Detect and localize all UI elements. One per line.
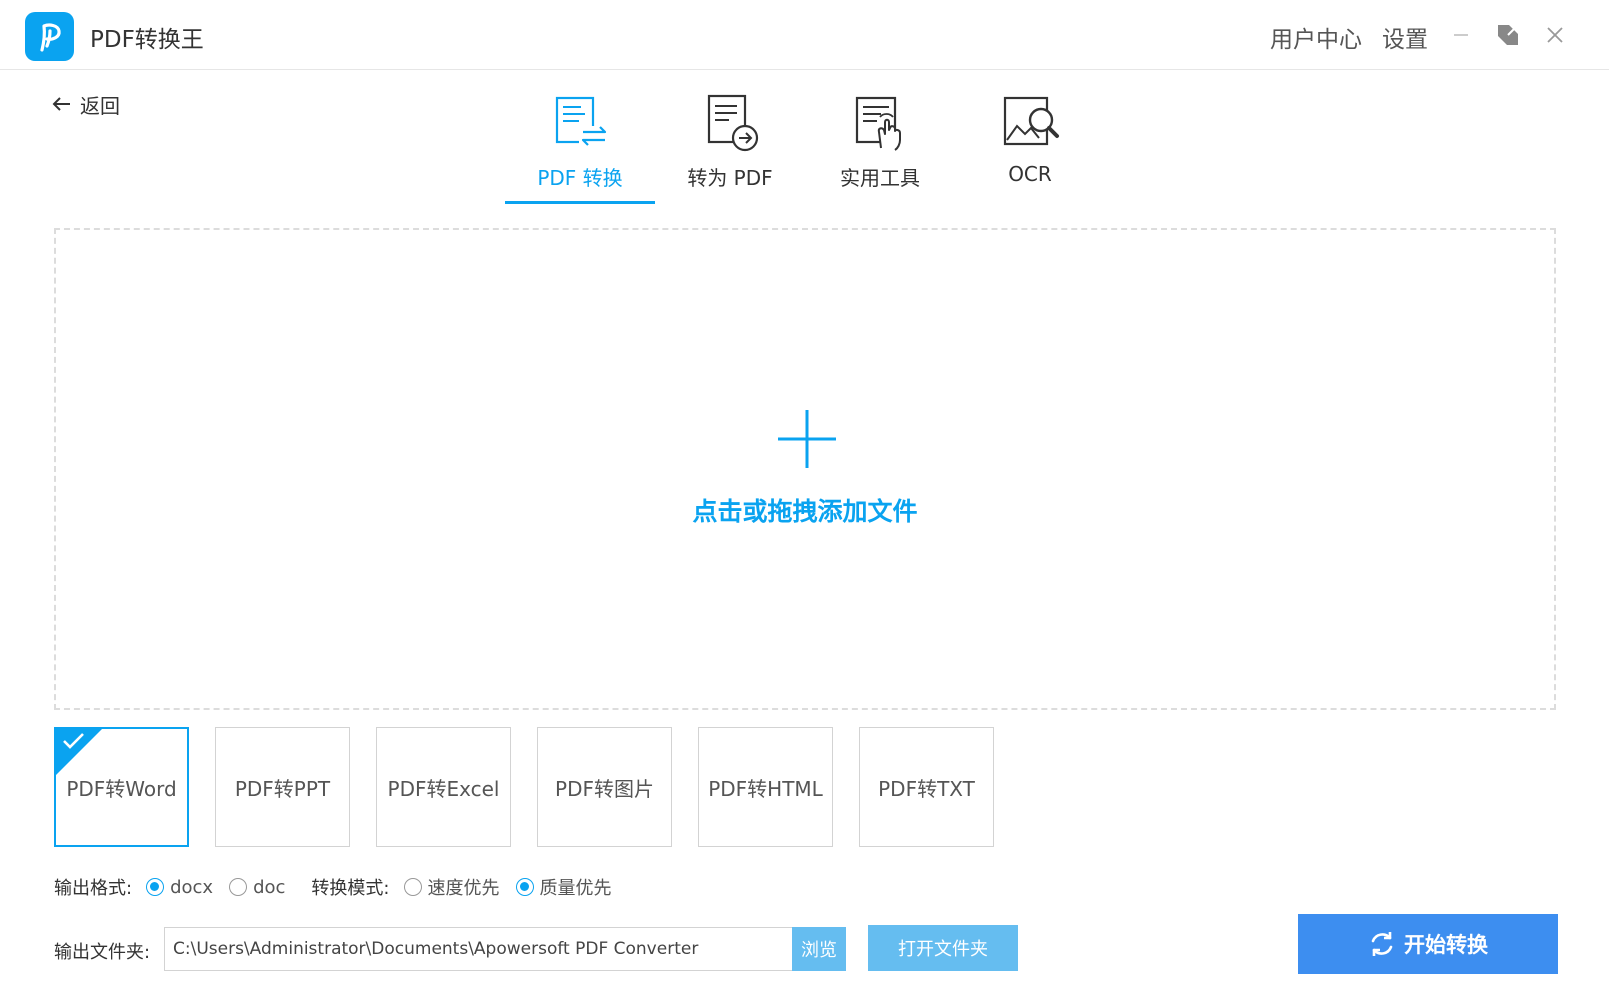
tab-to-pdf[interactable]: 转为 PDF xyxy=(655,88,805,206)
card-pdf-to-html[interactable]: PDF转HTML xyxy=(698,727,833,847)
dropzone-text: 点击或拖拽添加文件 xyxy=(692,497,918,526)
card-pdf-to-txt[interactable]: PDF转TXT xyxy=(859,727,994,847)
radio-label: docx xyxy=(170,876,214,898)
browse-button[interactable]: 浏览 xyxy=(792,927,846,971)
start-label: 开始转换 xyxy=(1404,934,1488,957)
radio-label: 质量优先 xyxy=(539,878,612,899)
back-button[interactable]: 返回 xyxy=(52,90,120,118)
card-label: PDF转HTML xyxy=(708,776,823,801)
minimize-button[interactable] xyxy=(1446,20,1476,50)
tab-label: PDF 转换 xyxy=(537,166,623,190)
format-label: 输出格式: xyxy=(54,878,133,899)
radio-dot xyxy=(146,878,165,896)
output-path-input[interactable] xyxy=(164,927,792,971)
close-icon xyxy=(1547,27,1563,43)
tab-ocr[interactable]: OCR xyxy=(955,88,1105,206)
tab-pdf-convert[interactable]: PDF 转换 xyxy=(505,88,655,206)
card-label: PDF转图片 xyxy=(555,776,654,801)
radio-docx[interactable]: docx xyxy=(146,877,213,898)
radio-dot xyxy=(229,878,248,896)
minimize-icon xyxy=(1454,34,1468,36)
radio-dot xyxy=(403,878,422,896)
tools-icon xyxy=(855,96,901,151)
card-pdf-to-excel[interactable]: PDF转Excel xyxy=(376,727,511,847)
back-label: 返回 xyxy=(80,93,120,118)
card-label: PDF转Word xyxy=(66,776,177,801)
title-bar: PDF转换王 用户中心 设置 xyxy=(0,0,1609,70)
arrow-left-icon xyxy=(52,97,70,111)
refresh-icon xyxy=(1371,932,1393,956)
radio-doc[interactable]: doc xyxy=(229,877,285,898)
card-label: PDF转PPT xyxy=(234,776,331,801)
card-label: PDF转Excel xyxy=(387,776,500,801)
tab-label: 转为 PDF xyxy=(687,166,773,190)
radio-quality-priority[interactable]: 质量优先 xyxy=(515,874,612,900)
active-tab-indicator xyxy=(505,201,655,204)
settings-link[interactable]: 设置 xyxy=(1382,20,1428,54)
start-convert-button[interactable]: 开始转换 xyxy=(1298,914,1558,974)
user-center-link[interactable]: 用户中心 xyxy=(1270,20,1362,54)
options-row: 输出格式: docx doc 转换模式: 速度优先 质量优先 xyxy=(54,874,628,900)
radio-label: 速度优先 xyxy=(427,878,500,899)
plus-icon xyxy=(778,410,836,468)
to-pdf-icon xyxy=(707,94,759,152)
radio-dot xyxy=(515,878,534,896)
card-label: PDF转TXT xyxy=(878,776,975,801)
output-folder-label: 输出文件夹: xyxy=(54,942,151,963)
open-folder-button[interactable]: 打开文件夹 xyxy=(868,925,1018,971)
check-icon xyxy=(63,733,84,749)
p-logo-icon xyxy=(25,12,74,61)
pdf-convert-icon xyxy=(555,96,607,146)
mode-label: 转换模式: xyxy=(311,878,390,899)
file-dropzone[interactable]: 点击或拖拽添加文件 xyxy=(54,228,1556,710)
radio-label: doc xyxy=(253,876,286,898)
radio-speed-priority[interactable]: 速度优先 xyxy=(403,874,500,900)
tab-label: OCR xyxy=(1008,162,1052,186)
restore-icon xyxy=(1498,25,1518,45)
close-button[interactable] xyxy=(1540,20,1570,50)
tab-label: 实用工具 xyxy=(840,166,920,190)
ocr-icon xyxy=(1003,96,1059,146)
restore-button[interactable] xyxy=(1493,20,1523,50)
card-pdf-to-word[interactable]: PDF转Word xyxy=(54,727,189,847)
card-pdf-to-image[interactable]: PDF转图片 xyxy=(537,727,672,847)
app-title: PDF转换王 xyxy=(90,27,204,53)
tab-tools[interactable]: 实用工具 xyxy=(805,88,955,206)
card-pdf-to-ppt[interactable]: PDF转PPT xyxy=(215,727,350,847)
